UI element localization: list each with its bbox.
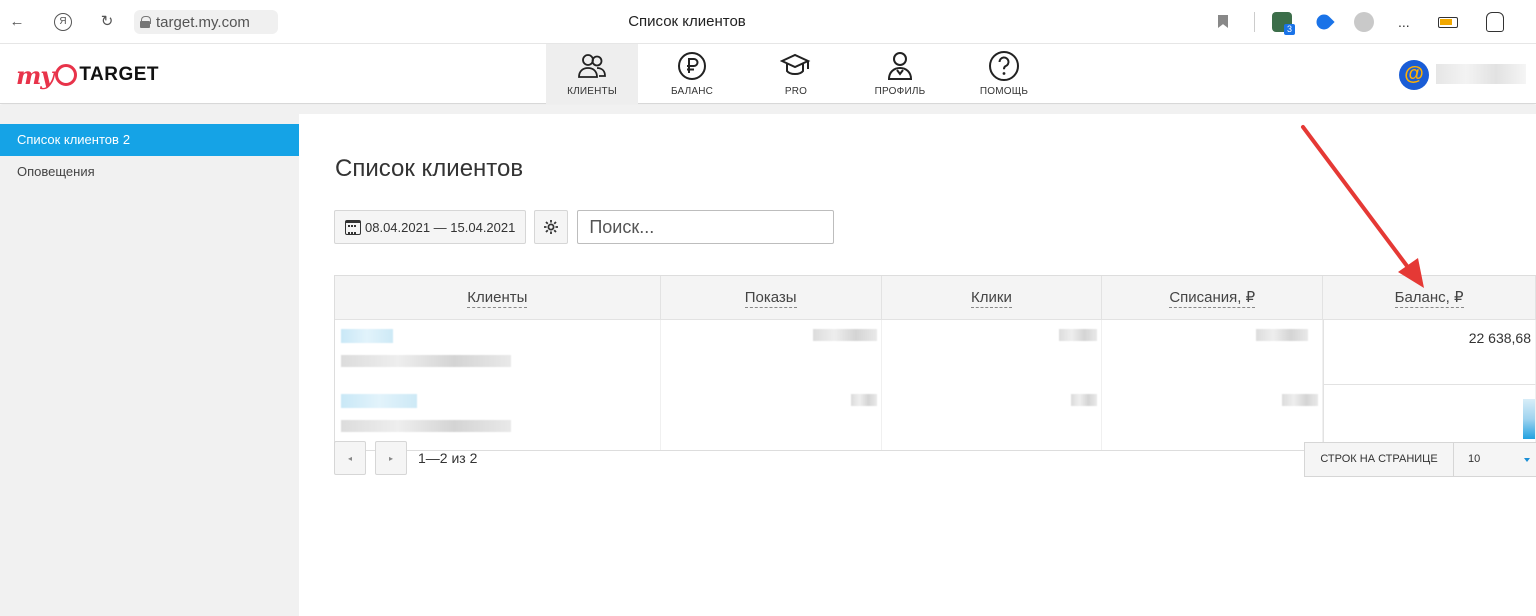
nav-help[interactable]: ПОМОЩЬ: [954, 44, 1054, 104]
sidebar-item-notifications[interactable]: Оповещения: [0, 156, 299, 188]
clients-icon: [576, 50, 608, 82]
ruble-icon: [676, 50, 708, 82]
rows-per-page-label: СТРОК НА СТРАНИЦЕ: [1305, 443, 1454, 476]
table-header: Клиенты Показы Клики Списания, ₽ Баланс,…: [335, 276, 1536, 320]
user-name-redacted[interactable]: [1436, 64, 1526, 84]
sidebar-item-label: Список клиентов: [17, 132, 119, 147]
redacted-value: [850, 394, 877, 406]
next-page-button[interactable]: ▸: [375, 441, 407, 475]
toolbar-divider: [1254, 12, 1255, 32]
redacted-value: [812, 329, 877, 341]
filter-toolbar: 08.04.2021 — 15.04.2021: [334, 210, 835, 244]
spend-cell: [1102, 320, 1324, 385]
profile-icon[interactable]: [1486, 12, 1504, 32]
search-input[interactable]: [577, 210, 835, 244]
column-header-label: Списания, ₽: [1169, 288, 1256, 308]
user-avatar[interactable]: @: [1399, 60, 1429, 90]
column-header-spend[interactable]: Списания, ₽: [1102, 276, 1324, 320]
rows-per-page: СТРОК НА СТРАНИЦЕ 10: [1304, 442, 1536, 477]
date-range-text: 08.04.2021 — 15.04.2021: [365, 219, 516, 235]
extension-icon[interactable]: [1354, 12, 1374, 32]
redacted-client-id: [341, 420, 511, 432]
column-header-impressions[interactable]: Показы: [661, 276, 882, 320]
redacted-value: [1059, 329, 1098, 341]
sidebar-item-clients-list[interactable]: Список клиентов 2: [0, 124, 299, 156]
profile-icon: [884, 50, 916, 82]
graduation-cap-icon: [780, 50, 812, 82]
balance-cell: [1323, 385, 1536, 450]
main-content: Список клиентов 08.04.2021 — 15.04.2021 …: [299, 114, 1536, 616]
column-header-label: Показы: [744, 288, 797, 308]
column-header-label: Баланс, ₽: [1394, 288, 1464, 308]
more-extensions-icon[interactable]: ...: [1398, 14, 1410, 30]
nav-pro-label: PRO: [784, 86, 808, 97]
gear-icon: [544, 220, 559, 234]
sidebar: Список клиентов 2 Оповещения: [0, 124, 299, 188]
redacted-client-id: [341, 355, 511, 367]
clicks-cell: [882, 320, 1103, 385]
table-row[interactable]: [335, 385, 1536, 450]
column-header-clicks[interactable]: Клики: [882, 276, 1103, 320]
prev-page-button[interactable]: ◂: [334, 441, 366, 475]
pagination-info: 1—2 из 2: [418, 450, 478, 466]
column-header-label: Клиенты: [467, 288, 528, 308]
logo-target-mark-icon: [55, 64, 78, 86]
app-header: my TARGET КЛИЕНТЫ БАЛАНС PRO ПРОФИЛЬ ПОМ…: [0, 44, 1536, 104]
clients-table: Клиенты Показы Клики Списания, ₽ Баланс,…: [334, 275, 1536, 451]
logo-my-text: my: [16, 60, 54, 90]
column-header-label: Клики: [971, 288, 1012, 308]
nav-clients[interactable]: КЛИЕНТЫ: [546, 44, 638, 104]
date-range-button[interactable]: 08.04.2021 — 15.04.2021: [334, 210, 527, 244]
rows-per-page-value: 10: [1468, 453, 1481, 465]
nav-balance-label: БАЛАНС: [670, 86, 714, 97]
spend-cell: [1102, 385, 1324, 450]
extension-icon[interactable]: 3: [1272, 12, 1295, 35]
redacted-value: [1282, 394, 1319, 406]
mytarget-logo[interactable]: my TARGET: [16, 58, 159, 92]
help-icon: [988, 50, 1020, 82]
nav-balance[interactable]: БАЛАНС: [642, 44, 742, 104]
nav-help-label: ПОМОЩЬ: [979, 86, 1029, 97]
balance-cell: 22 638,68: [1323, 320, 1536, 385]
browser-toolbar: ← Я ↻ target.my.com Список клиентов 3 ..…: [0, 0, 1536, 44]
redacted-value: [1256, 329, 1309, 341]
nav-profile[interactable]: ПРОФИЛЬ: [850, 44, 950, 104]
sidebar-item-label: Оповещения: [17, 164, 95, 179]
rows-per-page-select[interactable]: 10: [1454, 443, 1536, 476]
redacted-client-name[interactable]: [341, 329, 393, 343]
logo-target-text: TARGET: [79, 64, 160, 85]
column-header-clients[interactable]: Клиенты: [335, 276, 661, 320]
extension-badge: 3: [1284, 24, 1295, 35]
chevron-down-icon: [1524, 458, 1530, 462]
browser-page-title: Список клиентов: [628, 13, 746, 30]
redacted-balance: [1523, 399, 1535, 439]
client-cell[interactable]: [335, 320, 661, 385]
impressions-cell: [661, 320, 882, 385]
nav-profile-label: ПРОФИЛЬ: [874, 86, 926, 97]
pagination: ◂ ▸ 1—2 из 2: [334, 441, 477, 475]
nav-pro[interactable]: PRO: [746, 44, 846, 104]
clicks-cell: [882, 385, 1103, 450]
battery-icon[interactable]: [1438, 17, 1458, 28]
sidebar-item-count: 2: [122, 132, 131, 147]
settings-button[interactable]: [534, 210, 569, 244]
main-nav: КЛИЕНТЫ БАЛАНС PRO ПРОФИЛЬ ПОМОЩЬ: [546, 44, 1058, 104]
column-header-balance[interactable]: Баланс, ₽: [1323, 276, 1536, 320]
table-row[interactable]: 22 638,68: [335, 320, 1536, 385]
page-title: Список клиентов: [335, 155, 524, 182]
redacted-client-name[interactable]: [341, 394, 417, 408]
redacted-value: [1071, 394, 1098, 406]
nav-clients-label: КЛИЕНТЫ: [567, 86, 617, 97]
calendar-icon: [345, 219, 361, 235]
balance-value: 22 638,68: [1468, 330, 1531, 346]
impressions-cell: [661, 385, 882, 450]
